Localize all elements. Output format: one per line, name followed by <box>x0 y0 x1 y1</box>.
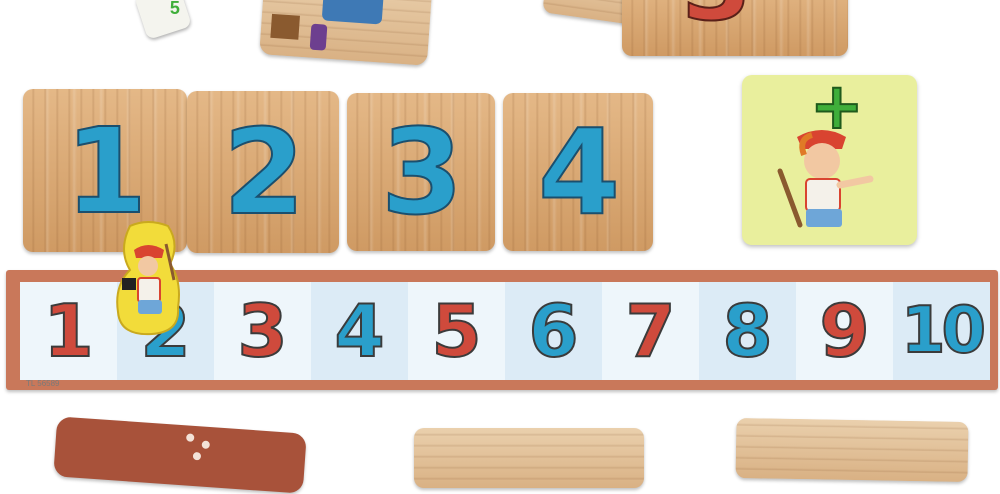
bottom-card-right <box>735 418 968 482</box>
plus-card[interactable]: + <box>742 75 917 245</box>
die-face-number: 5 <box>170 0 180 19</box>
track-cell-3[interactable]: 3 <box>214 282 311 380</box>
top-card-number: 3 <box>682 0 752 43</box>
track-cell-4[interactable]: 4 <box>311 282 408 380</box>
number-card-label: 4 <box>538 113 618 231</box>
product-code: TL 56589 <box>26 379 60 388</box>
pirate-illustration <box>259 0 433 66</box>
bottom-card-left-dots <box>186 433 195 442</box>
die: 5 <box>134 0 192 40</box>
track-cell-9[interactable]: 9 <box>796 282 893 380</box>
number-card-top-front: 3 <box>622 0 848 56</box>
number-card-label: 3 <box>381 113 461 231</box>
pirate-card-top <box>259 0 433 66</box>
pirate-illustration <box>742 75 917 245</box>
number-card-3[interactable]: 3 <box>347 93 495 251</box>
track-cell-5[interactable]: 5 <box>408 282 505 380</box>
track-cell-10[interactable]: 10 <box>893 282 990 380</box>
bottom-card-left <box>53 416 307 493</box>
track-cell-1[interactable]: 1 <box>20 282 117 380</box>
track-cell-6[interactable]: 6 <box>505 282 602 380</box>
track-cell-7[interactable]: 7 <box>602 282 699 380</box>
number-card-2[interactable]: 2 <box>187 91 339 253</box>
track-cell-8[interactable]: 8 <box>699 282 796 380</box>
bottom-card-middle <box>414 428 644 488</box>
number-card-4[interactable]: 4 <box>503 93 653 251</box>
pirate-token-shape <box>108 220 190 338</box>
number-card-label: 2 <box>223 113 303 231</box>
number-card-label: 1 <box>65 112 145 230</box>
pirate-token[interactable] <box>108 220 190 338</box>
